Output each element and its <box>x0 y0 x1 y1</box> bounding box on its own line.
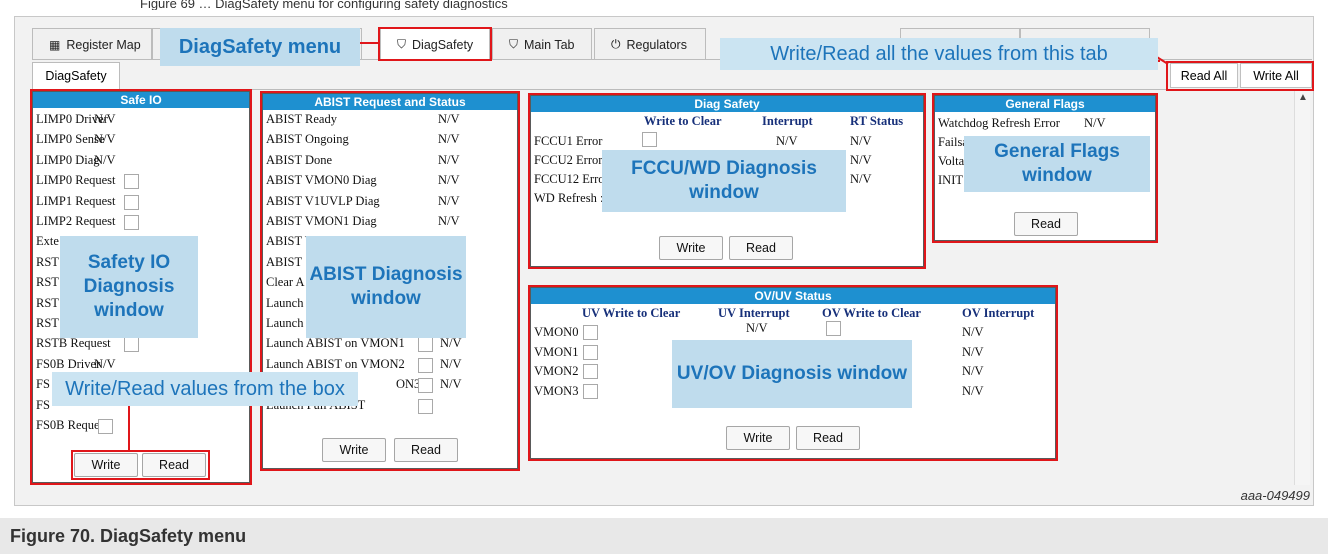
cropped-top-text: Figure 69 … DiagSafety menu for configur… <box>140 0 508 10</box>
callout-write-read-box: Write/Read values from the box <box>52 372 358 406</box>
tab-label: Register Map <box>66 37 141 52</box>
write-read-all-highlight <box>1166 61 1314 91</box>
callout-pointer-line <box>128 406 130 450</box>
callout-uvov: UV/OV Diagnosis window <box>672 340 912 408</box>
tab-label: Regulators <box>626 37 687 52</box>
vertical-scrollbar[interactable]: ▲ <box>1294 90 1310 485</box>
scroll-up-arrow-icon[interactable]: ▲ <box>1298 92 1308 103</box>
tab-regulators[interactable]: ⏻ Regulators <box>594 28 706 60</box>
shield-icon: ⛉ <box>509 37 519 51</box>
grid-icon: ▦ <box>49 37 61 52</box>
figure-caption: Figure 70. DiagSafety menu <box>0 518 1328 554</box>
figure-id: aaa-049499 <box>1240 488 1310 503</box>
write-read-box-highlight <box>71 450 210 480</box>
callout-write-read-all: Write/Read all the values from this tab <box>720 38 1158 70</box>
tab-main[interactable]: ⛉ Main Tab <box>492 28 592 60</box>
tab-register-map[interactable]: ▦ Register Map <box>32 28 152 60</box>
tab-label: Main Tab <box>524 37 575 52</box>
power-icon: ⏻ <box>611 37 621 51</box>
diagsafety-tab-highlight <box>378 27 492 61</box>
callout-diagsafety-menu: DiagSafety menu <box>160 28 360 66</box>
callout-fccu-wd: FCCU/WD Diagnosis window <box>602 150 846 212</box>
callout-abist: ABIST Diagnosis window <box>306 236 466 338</box>
callout-safety-io: Safety IO Diagnosis window <box>60 236 198 338</box>
callout-pointer-line <box>360 42 378 44</box>
callout-general-flags: General Flags window <box>964 136 1150 192</box>
callout-pointer-line <box>1158 60 1160 62</box>
subtab-diagsafety[interactable]: DiagSafety <box>32 62 120 89</box>
